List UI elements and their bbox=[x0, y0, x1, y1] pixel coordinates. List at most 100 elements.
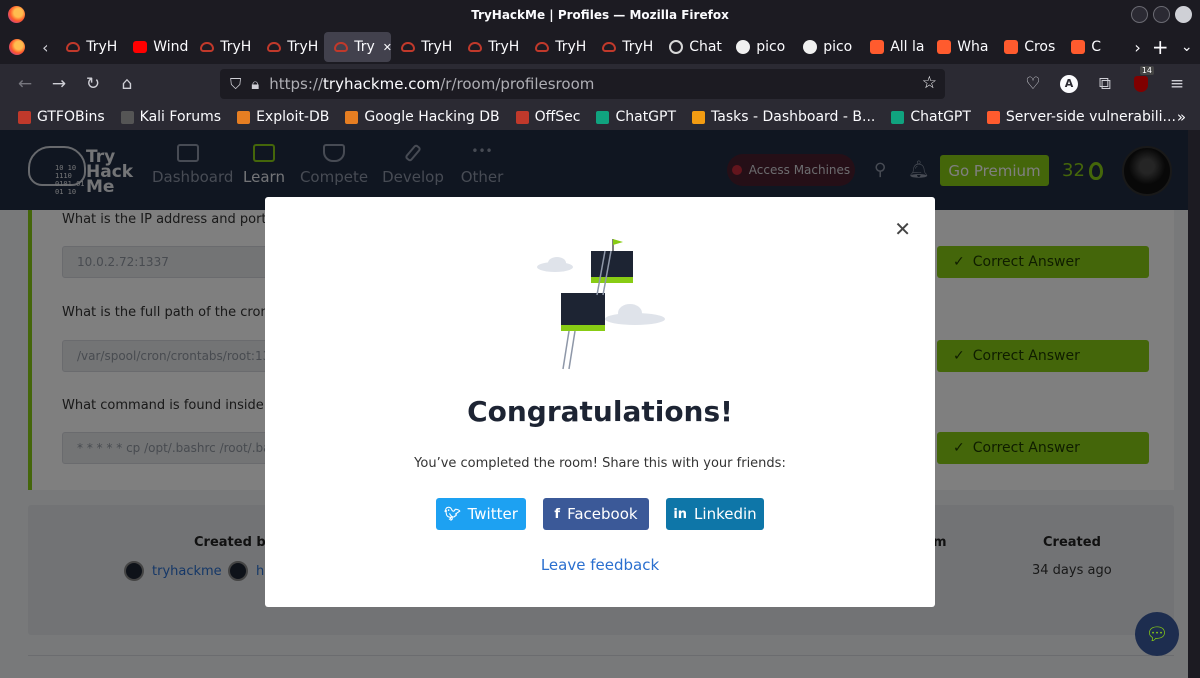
page-scrollbar[interactable] bbox=[1188, 130, 1200, 678]
ublock-count-badge: 14 bbox=[1139, 66, 1154, 75]
window-titlebar: TryHackMe | Profiles — Mozilla Firefox bbox=[0, 0, 1200, 30]
bookmark-label: Google Hacking DB bbox=[364, 109, 500, 125]
tab-label: Wind bbox=[153, 39, 189, 55]
bookmark-item[interactable]: Exploit-DB bbox=[231, 109, 335, 125]
lower-block-illustration bbox=[561, 293, 605, 331]
extensions-icon[interactable]: ⧉ bbox=[1090, 68, 1120, 100]
browser-tab[interactable]: TryH bbox=[190, 32, 257, 62]
browser-tab[interactable]: All la bbox=[860, 32, 927, 62]
ublock-icon bbox=[1134, 76, 1148, 92]
navigation-toolbar: ← → ↻ ⌂ ⛉ 🔒︎ https://tryhackme.com/r/roo… bbox=[0, 64, 1200, 104]
bookmark-item[interactable]: Server-side vulnerabili... bbox=[981, 109, 1182, 125]
share-facebook-button[interactable]: f Facebook bbox=[543, 498, 649, 530]
youtube-icon bbox=[133, 41, 148, 53]
tab-label: C bbox=[1091, 39, 1101, 55]
tab-label: TryH bbox=[421, 39, 453, 55]
forward-button[interactable]: → bbox=[42, 68, 76, 100]
window-controls bbox=[1131, 6, 1192, 23]
portswigger-icon bbox=[870, 40, 885, 54]
close-tab-icon[interactable]: ✕ bbox=[383, 41, 391, 54]
browser-tab[interactable]: C bbox=[1061, 32, 1128, 62]
scroll-tabs-right-button[interactable]: › bbox=[1128, 38, 1147, 57]
bookmark-star-icon[interactable]: ☆ bbox=[922, 73, 937, 93]
bookmark-favicon-icon bbox=[986, 110, 1000, 124]
list-all-tabs-button[interactable]: ⌄ bbox=[1173, 39, 1200, 55]
firefox-logo-icon bbox=[8, 6, 25, 23]
browser-tab[interactable]: TryH bbox=[391, 32, 458, 62]
close-icon[interactable]: ✕ bbox=[894, 219, 911, 239]
tab-label: Try bbox=[354, 39, 375, 55]
tab-label: All la bbox=[890, 39, 925, 55]
tryhackme-icon bbox=[602, 42, 617, 52]
home-button[interactable]: ⌂ bbox=[110, 68, 144, 100]
maximize-button[interactable] bbox=[1153, 6, 1170, 23]
browser-tab[interactable]: TryH bbox=[592, 32, 659, 62]
browser-tab[interactable]: TryH bbox=[458, 32, 525, 62]
browser-tab[interactable]: Chat bbox=[659, 32, 726, 62]
bookmark-item[interactable]: ChatGPT bbox=[885, 109, 977, 125]
tab-label: TryH bbox=[555, 39, 587, 55]
tab-label: Chat bbox=[689, 39, 722, 55]
browser-tab[interactable]: Wha bbox=[927, 32, 994, 62]
portswigger-icon bbox=[1004, 40, 1019, 54]
bookmark-item[interactable]: GTFOBins bbox=[12, 109, 111, 125]
bookmark-item[interactable]: OffSec bbox=[510, 109, 587, 125]
bookmark-item[interactable]: Kali Forums bbox=[115, 109, 227, 125]
ublock-origin-button[interactable]: 14 bbox=[1126, 66, 1156, 100]
tab-label: Wha bbox=[957, 39, 989, 55]
account-button[interactable]: A bbox=[1054, 68, 1084, 100]
browser-tab[interactable]: Wind bbox=[123, 32, 190, 62]
tab-label: TryH bbox=[488, 39, 520, 55]
picoctf-icon bbox=[803, 40, 818, 54]
tab-label: pico bbox=[823, 39, 853, 55]
browser-tab[interactable]: TryH bbox=[525, 32, 592, 62]
more-bookmarks-button[interactable]: » bbox=[1177, 108, 1186, 126]
lock-icon[interactable]: 🔒︎ bbox=[251, 75, 259, 93]
tab-label: TryH bbox=[287, 39, 319, 55]
bookmark-favicon-icon bbox=[345, 110, 359, 124]
shield-icon[interactable]: ⛉ bbox=[230, 75, 241, 93]
bookmark-label: Kali Forums bbox=[139, 109, 222, 125]
bookmark-label: Tasks - Dashboard - B... bbox=[711, 109, 876, 125]
tryhackme-icon bbox=[334, 42, 349, 52]
browser-tab[interactable]: pico bbox=[726, 32, 793, 62]
minimize-button[interactable] bbox=[1131, 6, 1148, 23]
bookmark-favicon-icon bbox=[515, 110, 529, 124]
url-text: https://tryhackme.com/r/room/profilesroo… bbox=[269, 75, 595, 93]
congratulations-modal: ✕ Congratulations! You’ve completed the … bbox=[265, 197, 935, 607]
app-menu-button[interactable]: ≡ bbox=[1162, 68, 1192, 100]
portswigger-icon bbox=[1071, 40, 1086, 54]
bookmarks-list: GTFOBins Kali Forums Exploit-DB Google Hack… bbox=[12, 109, 1182, 125]
bookmarks-toolbar: GTFOBins Kali Forums Exploit-DB Google Hack… bbox=[0, 104, 1200, 130]
leave-feedback-link[interactable]: Leave feedback bbox=[265, 556, 935, 574]
close-window-button[interactable] bbox=[1175, 6, 1192, 23]
browser-tab[interactable]: Try ✕ bbox=[324, 32, 392, 62]
browser-tab[interactable]: TryH bbox=[56, 32, 123, 62]
chat-icon: 💬︎ bbox=[1145, 623, 1169, 645]
bookmark-item[interactable]: Google Hacking DB bbox=[339, 109, 505, 125]
firefox-view-button[interactable] bbox=[0, 30, 34, 64]
back-button[interactable]: ← bbox=[8, 68, 42, 100]
tryhackme-icon bbox=[535, 42, 550, 52]
share-linkedin-button[interactable]: in Linkedin bbox=[666, 498, 764, 530]
new-tab-button[interactable]: + bbox=[1147, 35, 1174, 59]
browser-tab[interactable]: TryH bbox=[257, 32, 324, 62]
bookmark-label: ChatGPT bbox=[615, 109, 677, 125]
browser-tab[interactable]: pico bbox=[793, 32, 860, 62]
portswigger-icon bbox=[937, 40, 952, 54]
bookmark-favicon-icon bbox=[692, 110, 706, 124]
chat-support-button[interactable]: 💬︎ bbox=[1135, 612, 1179, 656]
reload-button[interactable]: ↻ bbox=[76, 68, 110, 100]
url-bar[interactable]: ⛉ 🔒︎ https://tryhackme.com/r/room/profil… bbox=[220, 69, 945, 99]
bookmark-item[interactable]: Tasks - Dashboard - B... bbox=[686, 109, 881, 125]
bookmark-label: Server-side vulnerabili... bbox=[1005, 109, 1176, 125]
tab-label: TryH bbox=[220, 39, 252, 55]
bookmark-item[interactable]: ChatGPT bbox=[590, 109, 682, 125]
share-twitter-button[interactable]: 🐦︎ Twitter bbox=[436, 498, 526, 530]
tab-label: pico bbox=[756, 39, 786, 55]
twitter-icon: 🐦︎ bbox=[444, 506, 461, 522]
browser-tab[interactable]: Cros bbox=[994, 32, 1061, 62]
pocket-icon[interactable]: ♡ bbox=[1018, 68, 1048, 100]
scroll-tabs-left-button[interactable]: ‹ bbox=[34, 38, 56, 57]
modal-title: Congratulations! bbox=[467, 395, 733, 428]
